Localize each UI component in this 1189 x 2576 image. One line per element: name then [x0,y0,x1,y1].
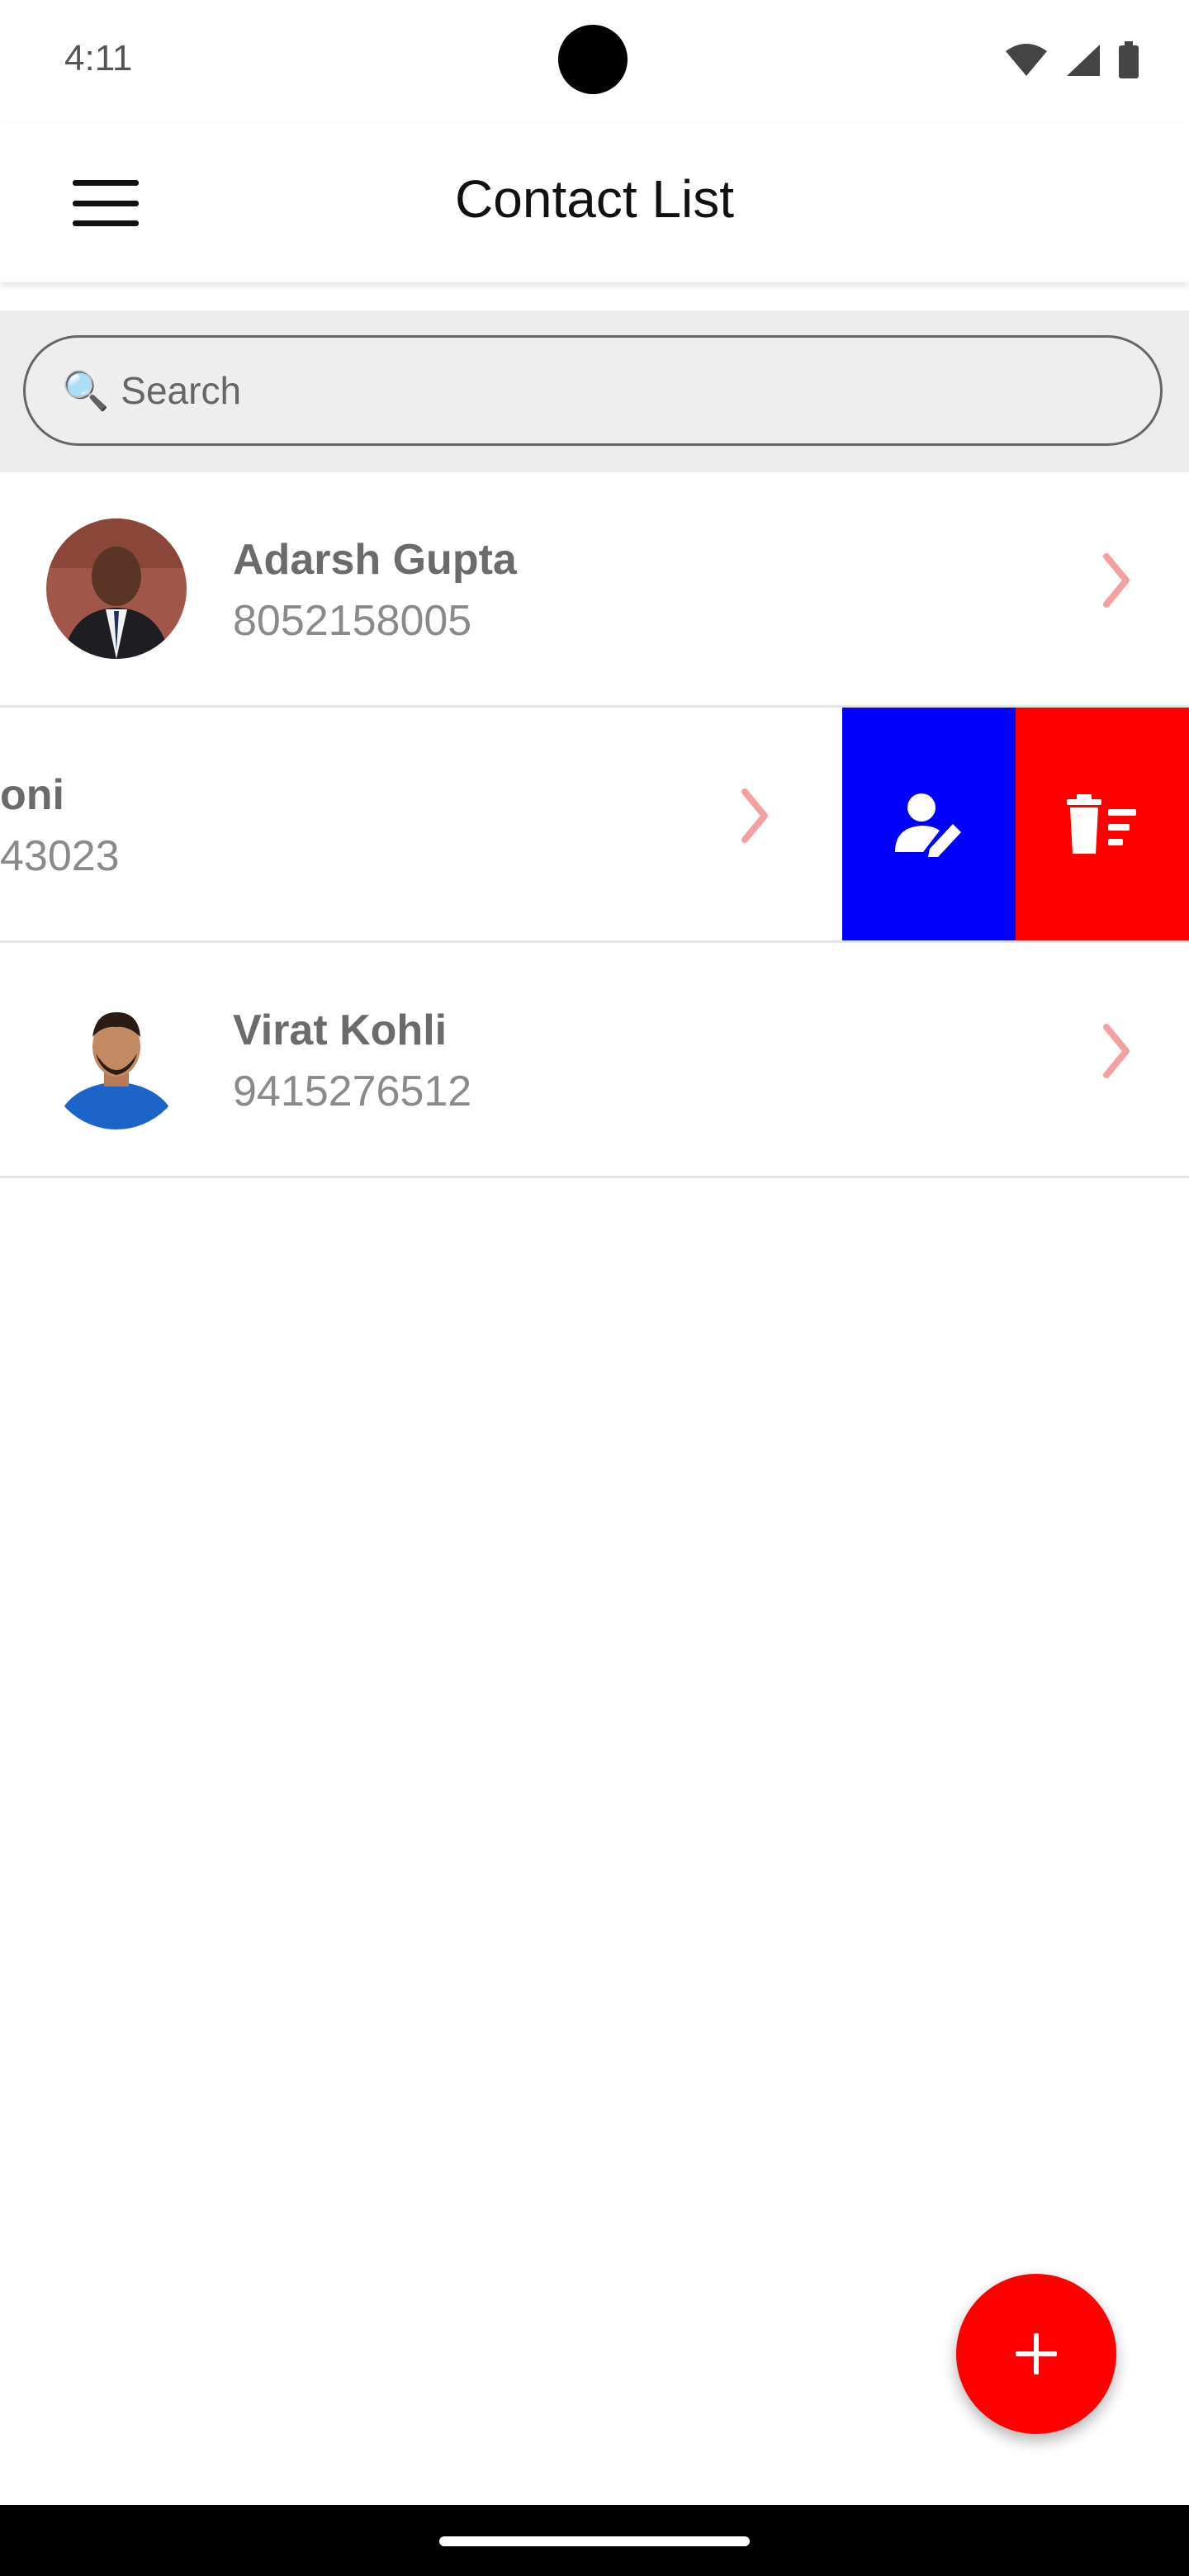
status-bar: 4:11 [0,0,1189,124]
home-handle[interactable] [439,2536,750,2546]
delete-contact-button[interactable] [1016,708,1189,940]
contact-avatar [46,519,187,659]
chevron-right-icon [741,788,768,843]
contact-avatar [46,989,187,1129]
contact-row[interactable]: Virat Kohli 9415276512 [0,943,1189,1178]
wifi-icon [1004,43,1049,82]
status-time: 4:11 [64,38,133,78]
contact-phone: 9415276512 [233,1068,472,1115]
app-bar: Contact List [0,124,1189,282]
chevron-right-icon [1103,553,1130,608]
edit-contact-button[interactable] [842,708,1016,940]
contact-name: Adarsh Gupta [233,536,517,584]
add-contact-button[interactable] [956,2274,1116,2434]
contact-name: Virat Kohli [233,1006,448,1054]
status-icons [1004,41,1139,83]
navigation-bar [0,2505,1189,2576]
camera-cutout [558,25,628,94]
user-edit-icon [895,793,961,857]
search-box[interactable]: 🔍 [23,335,1163,446]
contact-name: oni [0,771,64,819]
contact-phone: 43023 [0,832,120,880]
chevron-right-icon [1103,1024,1130,1078]
contact-row-swiped[interactable]: oni 43023 [0,708,1189,943]
contact-row[interactable]: Adarsh Gupta 8052158005 [0,472,1189,708]
search-input[interactable] [119,367,1114,414]
search-icon: 🔍 [62,368,110,412]
battery-icon [1118,41,1139,83]
search-bar-container: 🔍 [0,310,1189,472]
delete-list-icon [1067,794,1136,854]
page-title: Contact List [455,169,734,229]
plus-icon [1016,2333,1057,2375]
contact-phone: 8052158005 [233,597,472,645]
signal-icon [1065,43,1101,82]
